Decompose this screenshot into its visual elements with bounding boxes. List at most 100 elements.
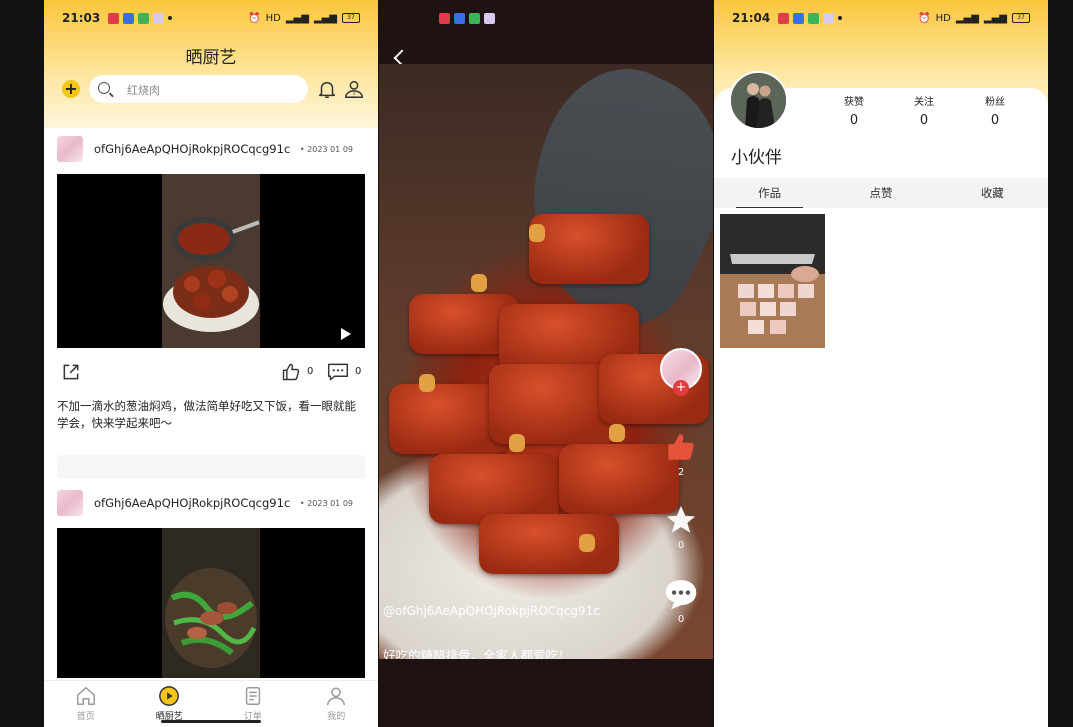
status-app-icons [778,12,835,24]
status-right: ⏰ HD ▂▄▆ ▂▄▆ 37 [248,13,360,24]
order-icon [245,687,260,705]
status-app-icons [108,12,165,24]
food-image [529,224,545,242]
signal-icon: ▂▄▆ [313,12,337,24]
like-count: 2 [677,467,685,478]
author-avatar-group[interactable]: + [659,348,703,396]
spatula-image [487,45,713,343]
signal-icon: ▂▄▆ [955,12,979,24]
post-video[interactable] [57,174,365,348]
alarm-icon: ⏰ [918,12,931,24]
work-thumbnail-image [720,214,825,348]
signal-icon: ▂▄▆ [285,12,309,24]
app-notification-icon [823,12,835,24]
status-bar [379,0,713,36]
comment-icon[interactable] [327,362,349,382]
status-bar: 21:03 ⏰ HD ▂▄▆ ▂▄▆ 37 [44,0,378,36]
tab-profile[interactable]: 我的 [295,681,379,727]
tab-works[interactable]: 作品 [714,178,825,208]
app-notification-icon [123,12,135,24]
search-icon [98,82,110,94]
feed-post[interactable]: ofGhj6AeApQHOjRokpjROCqcg91c • 2023 01 0… [57,490,365,678]
share-icon[interactable] [61,362,81,382]
bell-icon[interactable] [316,78,338,100]
battery-icon: 37 [1012,13,1030,23]
page-title: 晒厨艺 [185,48,237,68]
video-screen: + 2 0 0 @ofGhj6AeApQHOjRokpjROCqcg91c 好吃… [379,0,713,727]
home-icon [76,687,95,705]
post-username[interactable]: ofGhj6AeApQHOjRokpjROCqcg91c [94,496,290,510]
battery-icon: 37 [342,13,360,23]
feed-post[interactable]: ofGhj6AeApQHOjRokpjROCqcg91c • 2023 01 0… [57,136,365,430]
avatar-photo [731,73,786,128]
post-date: • 2023 01 09 [299,499,353,508]
post-caption: 不加一滴水的葱油焖鸡，做法简单好吃又下饭，看一眼就能学会，快来学起来吧～ [57,399,356,430]
post-date-text: 2023 01 09 [307,145,353,154]
food-image [579,534,595,552]
food-image [529,214,649,284]
stat-label: 关注 [914,97,934,108]
comment-icon[interactable] [663,577,699,611]
tab-liked[interactable]: 点赞 [825,178,936,208]
status-right: ⏰ HD ▂▄▆ ▂▄▆ 37 [918,13,1030,24]
stat-followers[interactable]: 粉丝 0 [965,93,1025,128]
favorite-group[interactable]: 0 [659,503,703,551]
avatar[interactable] [57,136,83,162]
bottom-tab-bar: 首页 晒厨艺 订单 我的 [44,680,378,727]
user-alert-icon[interactable]: ! [343,78,365,100]
post-video[interactable] [57,528,365,678]
post-header: ofGhj6AeApQHOjRokpjROCqcg91c • 2023 01 0… [57,490,365,520]
screenshot-canvas: 21:03 ⏰ HD ▂▄▆ ▂▄▆ 37 晒厨艺 + 红烧肉 ! ofGhj6… [0,0,1073,727]
post-actions: 0 0 [57,358,365,386]
play-icon [159,686,180,706]
stat-label: 粉丝 [985,97,1005,108]
app-notification-icon [138,12,150,24]
tab-label: 我的 [327,712,346,722]
stat-value: 0 [849,113,859,128]
search-input[interactable]: 红烧肉 [89,75,308,103]
tab-home[interactable]: 首页 [44,681,128,727]
avatar[interactable] [729,71,788,130]
app-notification-icon [778,12,790,24]
home-indicator [161,720,261,723]
stat-following[interactable]: 关注 0 [894,93,954,128]
video-author[interactable]: @ofGhj6AeApQHOjRokpjROCqcg91c [383,603,613,619]
status-time: 21:03 [62,11,101,25]
food-image [609,424,625,442]
food-image [479,514,619,574]
stat-value: 0 [990,113,1000,128]
search-placeholder: 红烧肉 [127,84,160,97]
status-bar: 21:04 ⏰ HD ▂▄▆ ▂▄▆ 37 [714,0,1048,36]
post-username[interactable]: ofGhj6AeApQHOjRokpjROCqcg91c [94,142,290,156]
star-icon[interactable] [664,503,698,537]
status-app-icons [439,12,495,24]
app-notification-icon [108,12,120,24]
food-image [509,434,525,452]
add-post-button[interactable]: + [62,80,80,98]
follow-button[interactable]: + [673,380,689,396]
signal-label: HD [265,12,281,24]
thumbs-up-icon[interactable] [663,430,699,464]
comment-group[interactable]: 0 [659,577,703,625]
tab-favorites[interactable]: 收藏 [937,178,1048,208]
app-notification-icon [153,12,165,24]
thumbs-up-icon[interactable] [281,362,301,382]
stat-value: 0 [919,113,929,128]
video-bottom-bar [379,659,713,727]
avatar[interactable] [57,490,83,516]
play-icon[interactable] [341,328,351,340]
app-notification-icon [439,12,450,24]
app-notification-icon [484,12,495,24]
post-date-text: 2023 01 09 [307,499,353,508]
profile-nickname: 小伙伴 [731,148,782,168]
app-notification-icon [469,12,480,24]
video-thumbnail [162,528,260,678]
post-date: • 2023 01 09 [299,145,353,154]
work-thumbnail[interactable] [720,214,825,348]
app-notification-icon [808,12,820,24]
more-notifications-dot [168,16,173,20]
like-group[interactable]: 2 [659,430,703,478]
profile-tabs: 作品 点赞 收藏 [714,178,1048,208]
alarm-icon: ⏰ [248,12,261,24]
svg-text:!: ! [353,90,356,98]
